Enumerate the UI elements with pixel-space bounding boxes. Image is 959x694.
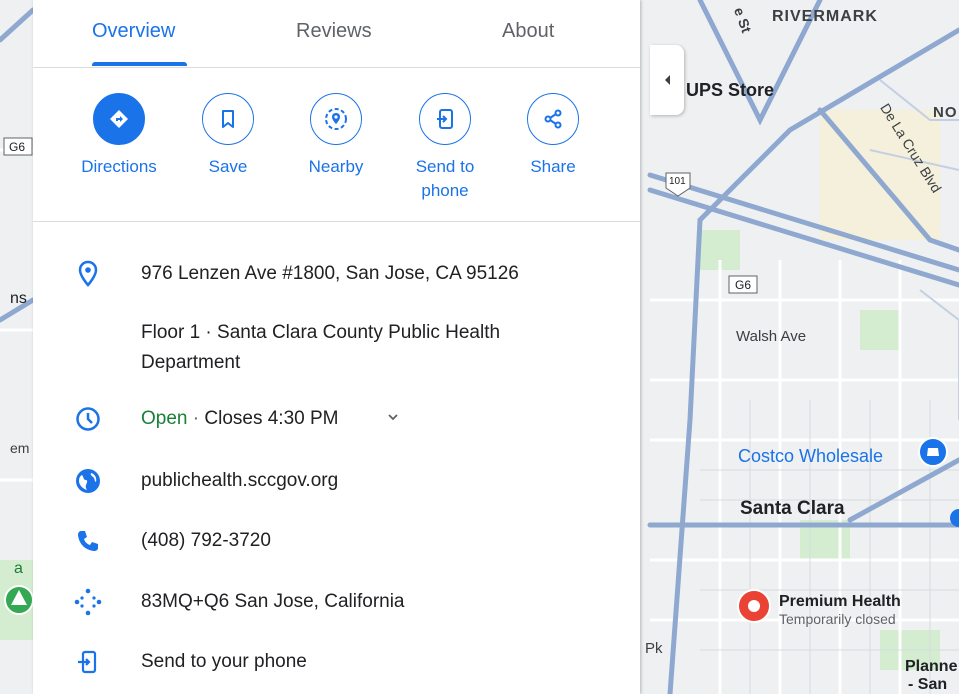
phone-text: (408) 792-3720 (141, 530, 271, 551)
map-label-left-ns: ns (10, 290, 27, 307)
map-label-pk: Pk (645, 640, 663, 657)
share-circle (527, 93, 579, 145)
send-to-phone-button[interactable]: Send to phone (390, 93, 500, 203)
clock-icon (73, 404, 103, 434)
bookmark-icon (222, 110, 234, 128)
active-tab-indicator (92, 62, 187, 66)
map-label-premium-health[interactable]: Premium Health (779, 593, 901, 611)
map-label-san: - San (908, 676, 948, 693)
phone-icon (73, 526, 103, 556)
directions-label: Directions (81, 157, 157, 176)
map-label-left-a: a (14, 560, 23, 577)
directions-circle (93, 93, 145, 145)
save-button[interactable]: Save (173, 93, 283, 179)
nearby-icon (325, 108, 347, 130)
save-label: Save (208, 157, 248, 176)
send-to-phone-row-icon (73, 647, 103, 677)
hours-separator: · (187, 408, 205, 429)
map-label-left-em: em (10, 440, 30, 456)
map-label-101: 101 (669, 176, 686, 187)
send-to-phone-label: Send to phone (415, 157, 475, 200)
expand-hours-button[interactable] (386, 410, 400, 429)
send-to-phone-text: Send to your phone (141, 651, 307, 672)
directions-icon (110, 110, 128, 128)
map-label-santa-clara: Santa Clara (740, 498, 845, 519)
map-label-walsh-ave: Walsh Ave (736, 328, 807, 345)
hours-text: Open · Closes 4:30 PM (141, 404, 339, 434)
floor-text: Floor 1 · Santa Clara County Public Heal… (141, 322, 501, 373)
map-label-g6-left: G6 (9, 140, 26, 154)
map-label-planned[interactable]: Planne (905, 658, 957, 676)
map-label-no: NO (933, 104, 958, 121)
plus-code-icon (73, 587, 103, 617)
map-label-premium-status: Temporarily closed (779, 611, 896, 627)
place-details-panel: Overview Reviews About Directions Save N… (33, 0, 640, 694)
map-label-g6-right: G6 (735, 278, 752, 292)
globe-icon (73, 466, 103, 496)
send-to-phone-circle (419, 93, 471, 145)
tab-reviews[interactable]: Reviews (296, 20, 372, 43)
closing-time: Closes 4:30 PM (204, 408, 339, 429)
nearby-circle (310, 93, 362, 145)
address-text: 976 Lenzen Ave #1800, San Jose, CA 95126 (141, 263, 519, 284)
save-circle (202, 93, 254, 145)
open-status: Open (141, 408, 188, 429)
tab-overview[interactable]: Overview (92, 20, 175, 43)
directions-button[interactable]: Directions (64, 93, 174, 179)
plus-code-text: 83MQ+Q6 San Jose, California (141, 591, 405, 612)
send-to-phone-icon (437, 109, 453, 129)
map-label-ups-store[interactable]: UPS Store (686, 80, 774, 101)
action-buttons-row: Directions Save Nearby Send to phone Sha… (33, 68, 640, 222)
share-button[interactable]: Share (498, 93, 608, 179)
website-text[interactable]: publichealth.sccgov.org (141, 466, 338, 496)
tab-bar: Overview Reviews About (33, 0, 640, 68)
map-label-rivermark: RIVERMARK (772, 8, 878, 25)
nearby-label: Nearby (308, 157, 364, 176)
caret-left-icon (665, 75, 670, 85)
location-pin-icon (73, 259, 103, 289)
collapse-panel-button[interactable] (650, 45, 684, 115)
tab-about[interactable]: About (502, 20, 554, 43)
map-label-costco[interactable]: Costco Wholesale (738, 446, 883, 467)
share-icon (544, 109, 562, 129)
share-label: Share (530, 157, 576, 176)
nearby-button[interactable]: Nearby (281, 93, 391, 179)
chevron-down-icon (388, 414, 398, 421)
